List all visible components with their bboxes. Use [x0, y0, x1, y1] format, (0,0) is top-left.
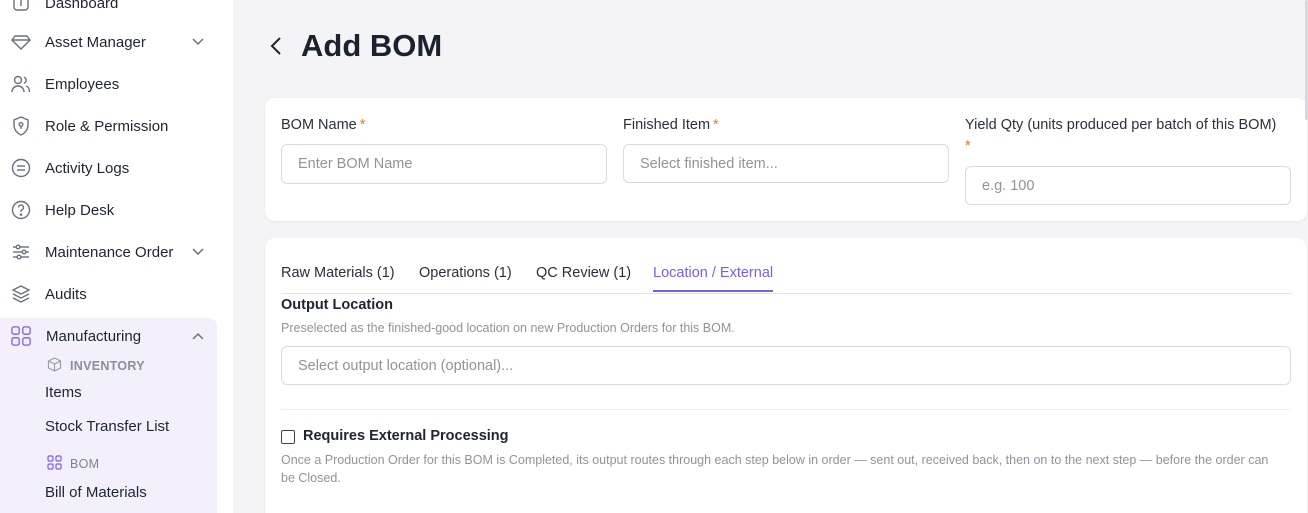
external-processing-checkbox[interactable]: [281, 430, 295, 444]
inventory-header-label: INVENTORY: [70, 359, 145, 373]
bom-header-label: BOM: [70, 457, 100, 471]
sidebar-item-role-permission[interactable]: Role & Permission: [0, 111, 233, 141]
box-icon: [47, 357, 62, 375]
bom-name-input[interactable]: [281, 144, 607, 184]
bom-details-card: BOM Name* Finished Item* Yield Qty (unit…: [265, 98, 1307, 221]
page-title: Add BOM: [301, 28, 443, 63]
sidebar: Dashboard Asset Manager Employees Role &…: [0, 0, 233, 513]
sidebar-item-dashboard[interactable]: Dashboard: [0, 0, 233, 18]
output-location-select[interactable]: [281, 346, 1291, 385]
sidebar-item-label: Help Desk: [45, 201, 115, 219]
external-processing-help: Once a Production Order for this BOM is …: [281, 453, 1269, 485]
finished-item-label: Finished Item *: [623, 117, 719, 133]
help-circle-icon: [11, 200, 31, 220]
tab-bar: Raw Materials (1) Operations (1) QC Revi…: [281, 263, 1291, 294]
shield-icon: [11, 116, 31, 136]
chevron-down-icon[interactable]: [191, 245, 205, 259]
sidebar-item-manufacturing[interactable]: Manufacturing: [0, 321, 233, 351]
sidebar-item-asset-manager[interactable]: Asset Manager: [0, 27, 233, 57]
finished-item-label-text: Finished Item: [623, 117, 711, 133]
sidebar-item-label: Maintenance Order: [45, 243, 174, 261]
sidebar-item-label: Dashboard: [45, 0, 119, 12]
chevron-up-icon[interactable]: [191, 329, 205, 343]
required-marker: *: [713, 117, 719, 133]
section-divider: [281, 409, 1291, 410]
back-button[interactable]: [266, 34, 286, 58]
tab-location-external[interactable]: Location / External: [653, 265, 774, 292]
chevron-left-icon: [270, 37, 281, 55]
sidebar-subitem-stock-transfer-list[interactable]: Stock Transfer List: [45, 418, 169, 435]
yield-qty-label: Yield Qty (units produced per batch of t…: [965, 117, 1276, 133]
dashboard-icon: [11, 0, 31, 13]
bom-name-label-text: BOM Name: [281, 117, 357, 133]
layers-icon: [11, 284, 31, 304]
finished-item-select[interactable]: [623, 144, 949, 183]
required-marker: *: [965, 138, 971, 154]
sidebar-item-label: Manufacturing: [46, 327, 142, 345]
chevron-down-icon[interactable]: [191, 35, 205, 49]
bom-section-header: BOM: [47, 455, 99, 473]
sidebar-item-label: Audits: [45, 285, 87, 303]
yield-qty-label-text: Yield Qty (units produced per batch of t…: [965, 117, 1277, 133]
inventory-section-header: INVENTORY: [47, 357, 145, 375]
sidebar-item-maintenance-order[interactable]: Maintenance Order: [0, 237, 233, 267]
sidebar-item-label: Role & Permission: [45, 117, 169, 135]
list-icon: [11, 158, 31, 178]
sliders-icon: [11, 242, 31, 262]
required-marker: *: [359, 117, 366, 133]
sidebar-item-help-desk[interactable]: Help Desk: [0, 195, 233, 225]
diamond-icon: [11, 32, 31, 52]
sidebar-item-label: Employees: [45, 75, 120, 93]
output-location-title: Output Location: [281, 297, 393, 313]
sidebar-subitem-bill-of-materials[interactable]: Bill of Materials: [45, 484, 147, 501]
sidebar-item-label: Activity Logs: [45, 159, 130, 177]
sidebar-item-activity-logs[interactable]: Activity Logs: [0, 153, 233, 183]
sidebar-item-label: Asset Manager: [45, 33, 146, 51]
sidebar-subitem-items[interactable]: Items: [45, 384, 82, 401]
sidebar-item-audits[interactable]: Audits: [0, 279, 233, 309]
modules-icon: [11, 326, 31, 346]
sidebar-item-employees[interactable]: Employees: [0, 69, 233, 99]
output-location-help: Preselected as the finished-good locatio…: [281, 321, 735, 335]
external-processing-label[interactable]: Requires External Processing: [303, 428, 509, 444]
yield-qty-input[interactable]: [965, 166, 1291, 205]
tab-qc-review[interactable]: QC Review (1): [536, 265, 631, 290]
modules-icon: [47, 455, 62, 473]
bom-name-label: BOM Name *: [281, 117, 365, 133]
tab-operations[interactable]: Operations (1): [419, 265, 512, 290]
bom-tabs-card: Raw Materials (1) Operations (1) QC Revi…: [265, 238, 1307, 513]
tab-raw-materials[interactable]: Raw Materials (1): [281, 265, 395, 290]
users-icon: [11, 74, 31, 94]
